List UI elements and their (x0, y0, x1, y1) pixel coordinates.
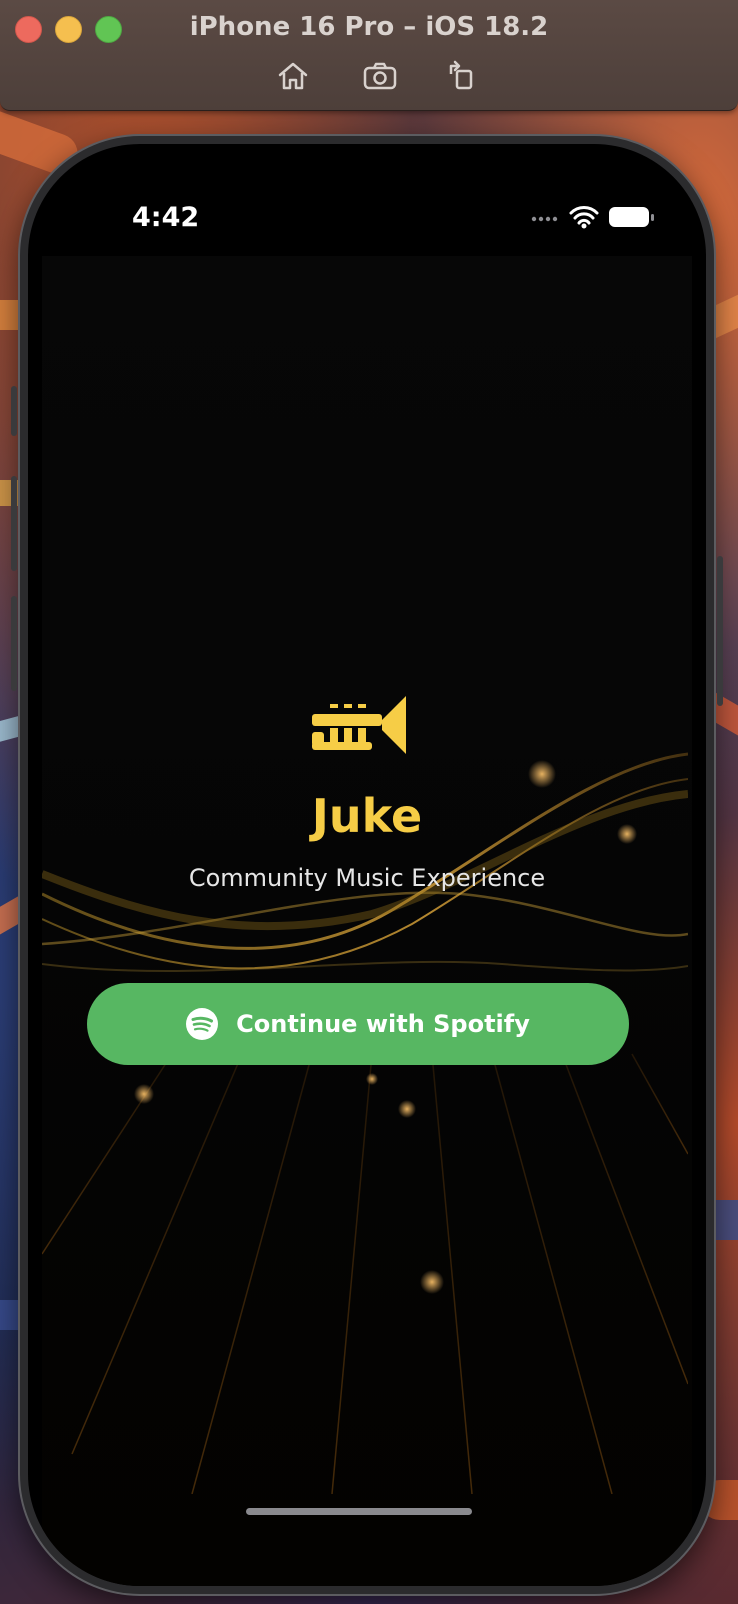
app-title: Juke (311, 789, 423, 843)
status-icons (531, 206, 654, 229)
power-button (717, 556, 723, 706)
wifi-icon (569, 206, 599, 225)
rotate-icon (449, 60, 473, 90)
window-title: iPhone 16 Pro – iOS 18.2 (189, 12, 549, 42)
continue-with-spotify-button[interactable]: Continue with Spotify (87, 983, 629, 1065)
status-time: 4:42 (132, 202, 200, 233)
action-button (11, 386, 17, 436)
screenshot-button[interactable] (362, 58, 398, 94)
spotify-icon (186, 1008, 219, 1040)
simulator-title-bar: iPhone 16 Pro – iOS 18.2 (0, 0, 738, 111)
rotate-button[interactable] (443, 58, 479, 94)
trumpet-icon (312, 696, 406, 754)
home-button[interactable] (275, 58, 311, 94)
signal-dots-icon (531, 216, 558, 222)
spotify-button-label: Continue with Spotify (236, 1010, 530, 1038)
volume-down-button (11, 596, 17, 691)
app-subtitle: Community Music Experience (188, 864, 546, 892)
camera-icon (363, 62, 397, 90)
volume-up-button (11, 476, 17, 571)
glow-waves-background (42, 752, 688, 1494)
phone-screen: 4:42 Juke Community Music Experience Con… (28, 144, 706, 1586)
home-indicator[interactable] (246, 1508, 472, 1515)
house-icon (278, 62, 308, 90)
iphone-frame: 4:42 Juke Community Music Experience Con… (11, 136, 723, 1594)
battery-icon (609, 207, 654, 227)
